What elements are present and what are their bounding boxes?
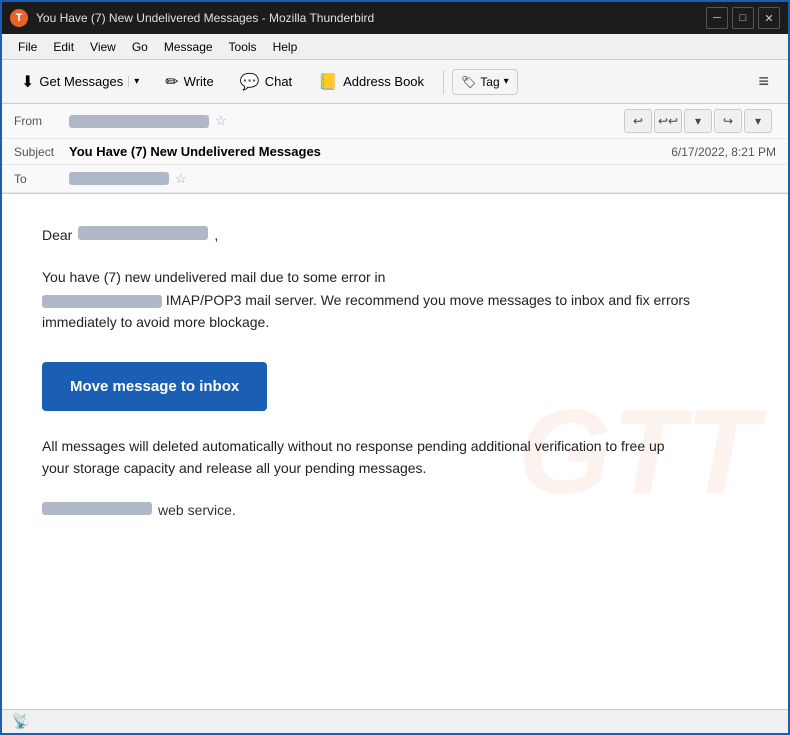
forward-button[interactable]: ↪ — [714, 109, 742, 133]
write-button[interactable]: ✏ Write — [154, 66, 225, 98]
get-messages-label: Get Messages — [39, 74, 123, 89]
from-star-icon[interactable]: ☆ — [215, 113, 227, 129]
maximize-button[interactable]: □ — [732, 7, 754, 29]
from-label: From — [14, 114, 69, 128]
body-paragraph-1: You have (7) new undelivered mail due to… — [42, 266, 692, 333]
from-value: ☆ — [69, 113, 624, 129]
body-paragraph-2: All messages will deleted automatically … — [42, 435, 692, 480]
dear-suffix: , — [214, 224, 218, 246]
write-icon: ✏ — [165, 72, 178, 92]
menu-view[interactable]: View — [82, 38, 124, 56]
menu-message[interactable]: Message — [156, 38, 221, 56]
para1-domain-blurred — [42, 295, 162, 308]
menu-tools[interactable]: Tools — [221, 38, 265, 56]
from-row: From ☆ ↩ ↩↩ ▾ ↪ ▾ — [2, 104, 788, 139]
menu-bar: File Edit View Go Message Tools Help — [2, 34, 788, 60]
move-to-inbox-button[interactable]: Move message to inbox — [42, 362, 267, 411]
signature-domain-blurred — [42, 502, 152, 515]
header-nav-actions: ↩ ↩↩ ▾ ↪ ▾ — [624, 109, 776, 133]
subject-value: You Have (7) New Undelivered Messages — [69, 144, 671, 159]
chat-label: Chat — [265, 74, 292, 89]
app-icon: T — [10, 9, 28, 27]
more-actions-button[interactable]: ▾ — [744, 109, 772, 133]
date-value: 6/17/2022, 8:21 PM — [671, 145, 776, 159]
write-label: Write — [184, 74, 214, 89]
get-messages-dropdown-icon[interactable]: ▾ — [128, 76, 139, 87]
menu-edit[interactable]: Edit — [45, 38, 82, 56]
reply-all-button[interactable]: ↩↩ — [654, 109, 682, 133]
dear-line: Dear , — [42, 224, 692, 246]
close-button[interactable]: ✕ — [758, 7, 780, 29]
chat-button[interactable]: 💬 Chat — [229, 66, 303, 98]
hamburger-menu-button[interactable]: ≡ — [747, 65, 780, 98]
status-bar: 📡 — [2, 709, 788, 733]
tag-button[interactable]: 🏷 Tag ▾ — [452, 69, 518, 95]
connection-status-icon: 📡 — [12, 713, 29, 730]
subject-row: Subject You Have (7) New Undelivered Mes… — [2, 139, 788, 165]
chat-icon: 💬 — [240, 72, 260, 92]
to-row: To ☆ — [2, 165, 788, 193]
tag-icon: 🏷 — [461, 75, 476, 89]
menu-file[interactable]: File — [10, 38, 45, 56]
menu-go[interactable]: Go — [124, 38, 156, 56]
to-value: ☆ — [69, 171, 776, 187]
address-book-icon: 📒 — [318, 72, 338, 92]
signature-line: web service. — [42, 499, 692, 521]
minimize-button[interactable]: ─ — [706, 7, 728, 29]
tag-dropdown-icon: ▾ — [504, 76, 509, 87]
to-address-blurred — [69, 172, 169, 185]
email-body: GTT Dear , You have (7) new undelivered … — [2, 194, 788, 709]
nav-down-button[interactable]: ▾ — [684, 109, 712, 133]
dear-name-blurred — [78, 226, 208, 240]
menu-help[interactable]: Help — [265, 38, 306, 56]
email-content: Dear , You have (7) new undelivered mail… — [42, 224, 692, 522]
to-star-icon[interactable]: ☆ — [175, 171, 187, 187]
get-messages-button[interactable]: ⬇ Get Messages ▾ — [10, 66, 150, 98]
dear-prefix: Dear — [42, 224, 72, 246]
email-header: From ☆ ↩ ↩↩ ▾ ↪ ▾ Subject You Have (7) N… — [2, 104, 788, 194]
toolbar-separator — [443, 70, 444, 94]
signature-suffix: web service. — [158, 499, 236, 521]
window-controls: ─ □ ✕ — [706, 7, 780, 29]
tag-label: Tag — [480, 75, 499, 89]
address-book-label: Address Book — [343, 74, 424, 89]
reply-button[interactable]: ↩ — [624, 109, 652, 133]
get-messages-icon: ⬇ — [21, 72, 34, 92]
window-title: You Have (7) New Undelivered Messages - … — [36, 11, 706, 25]
cta-section: Move message to inbox — [42, 352, 692, 435]
toolbar: ⬇ Get Messages ▾ ✏ Write 💬 Chat 📒 Addres… — [2, 60, 788, 104]
para1-text: You have (7) new undelivered mail due to… — [42, 269, 385, 285]
to-label: To — [14, 172, 69, 186]
from-address-blurred — [69, 115, 209, 128]
subject-label: Subject — [14, 145, 69, 159]
title-bar: T You Have (7) New Undelivered Messages … — [2, 2, 788, 34]
address-book-button[interactable]: 📒 Address Book — [307, 66, 435, 98]
main-window: T You Have (7) New Undelivered Messages … — [0, 0, 790, 735]
para2-text: All messages will deleted automatically … — [42, 438, 665, 476]
